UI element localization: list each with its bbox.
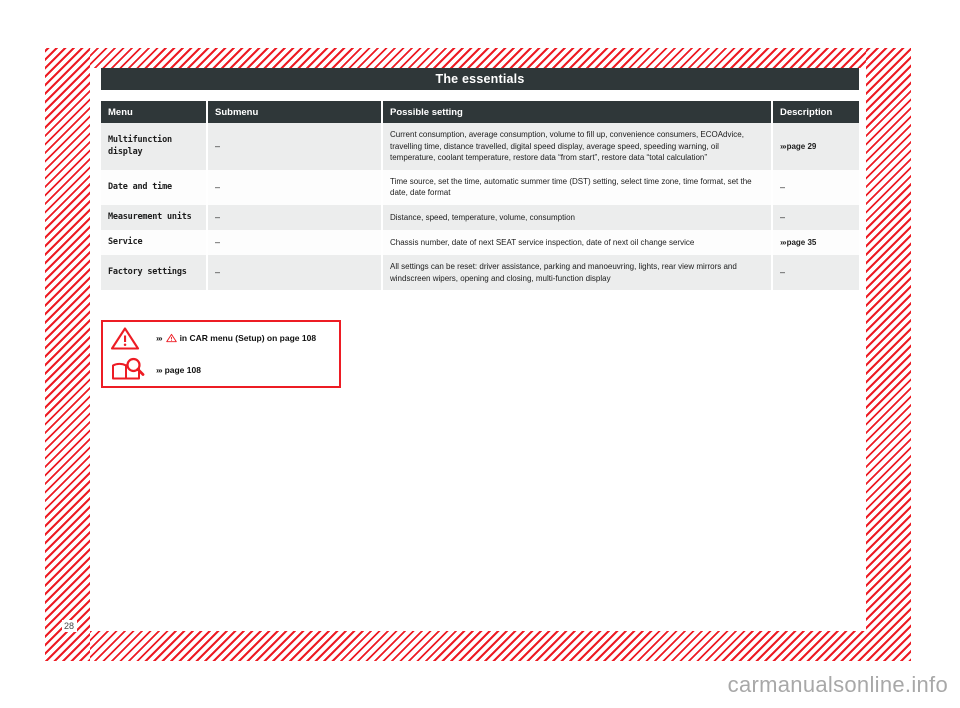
table-row: Factory settings – All settings can be r… [101,255,859,291]
page-reference-label: page 29 [786,142,817,152]
page-reference[interactable]: »›page 29 [780,141,817,152]
cell-description: – [772,169,859,205]
cell-menu: Measurement units [101,204,208,231]
column-header-menu: Menu [101,101,208,123]
cell-submenu: – [207,123,383,170]
menu-name: Date and time [108,182,172,192]
cell-description: – [772,204,859,231]
cell-menu: Service [101,230,208,256]
book-magnifier-icon [110,357,156,383]
cell-submenu: – [207,255,383,291]
chevron-icon: »› [156,365,162,375]
watermark: carmanualsonline.info [727,672,948,697]
decorative-stripe-bottom [45,631,911,661]
reference-text-warning[interactable]: »› in CAR menu (Setup) on page 108 [156,333,316,343]
table-row: Multifunction display – Current consumpt… [101,123,859,170]
decorative-stripe-right [866,48,911,661]
cell-description: »›page 35 [772,230,859,256]
cell-description: »›page 29 [772,123,859,170]
cell-setting: Time source, set the time, automatic sum… [382,169,773,205]
table-row: Date and time – Time source, set the tim… [101,169,859,205]
cell-setting: All settings can be reset: driver assist… [382,255,773,291]
page-reference[interactable]: »›page 35 [780,237,817,248]
cell-submenu: – [207,169,383,205]
cell-menu: Multifunction display [101,123,208,170]
inline-warning-triangle-icon [165,333,177,343]
reference-text-page[interactable]: »› page 108 [156,365,201,375]
cell-description: – [772,255,859,291]
menu-name: Factory settings [108,267,187,278]
chevron-icon: »› [156,333,162,343]
menu-name: Multifunction display [108,134,172,158]
menu-name: Measurement units [108,212,192,223]
submenu-value: – [215,140,221,151]
table-header-row: Menu Submenu Possible setting Descriptio… [101,101,859,123]
submenu-value: – [215,267,221,278]
column-header-description: Description [772,101,859,123]
description-value: – [780,211,786,222]
cell-setting: Chassis number, date of next SEAT servic… [382,230,773,256]
reference-label-page: page 108 [164,365,201,375]
decorative-stripe-left [45,48,90,661]
chapter-title-text: The essentials [435,72,525,86]
page-reference-label: page 35 [786,238,817,248]
cell-menu: Date and time [101,169,208,205]
reference-label-warning: in CAR menu (Setup) on page 108 [179,333,317,343]
reference-box: »› in CAR menu (Setup) on page 108 »› pa… [101,320,341,388]
page-number: 28 [62,620,78,632]
chevron-icon: »› [780,141,786,152]
submenu-value: – [215,181,221,192]
description-value: – [780,181,786,192]
column-header-submenu: Submenu [207,101,383,123]
cell-submenu: – [207,230,383,256]
decorative-stripe-top [45,48,911,68]
chapter-title-bar: The essentials [101,68,859,90]
description-value: – [780,267,786,278]
menu-name: Service [108,237,143,248]
reference-row-warning: »› in CAR menu (Setup) on page 108 [103,322,339,354]
reference-row-page: »› page 108 [103,354,339,386]
warning-triangle-icon [110,326,156,351]
table-row: Service – Chassis number, date of next S… [101,230,859,256]
chevron-icon: »› [780,237,786,248]
cell-menu: Factory settings [101,255,208,291]
settings-table: Menu Submenu Possible setting Descriptio… [101,101,859,291]
cell-setting: Current consumption, average consumption… [382,123,773,170]
cell-setting: Distance, speed, temperature, volume, co… [382,204,773,231]
column-header-setting: Possible setting [382,101,773,123]
table-row: Measurement units – Distance, speed, tem… [101,204,859,231]
cell-submenu: – [207,204,383,231]
submenu-value: – [215,211,221,222]
submenu-value: – [215,237,221,248]
